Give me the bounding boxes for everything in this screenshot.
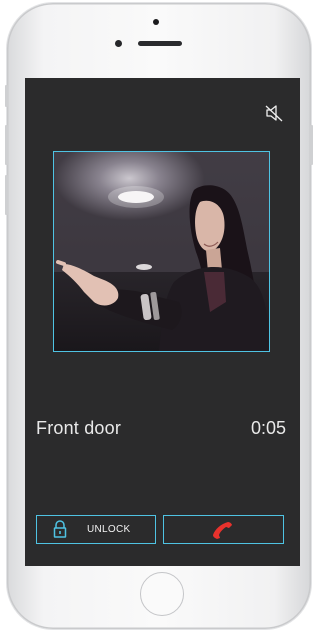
camera-video-feed [53,151,270,352]
call-timer: 0:05 [250,418,286,438]
volume-up-button [5,125,8,165]
hangup-button[interactable] [163,515,284,544]
phone-hangup-icon [213,522,232,539]
caller-name: Front door [36,418,122,438]
home-button[interactable] [140,572,184,616]
volume-down-button [5,175,8,215]
speaker-muted-icon [265,105,283,122]
power-button [310,125,313,165]
unlock-button[interactable]: UNLOCK [36,515,156,544]
video-frame-image [54,152,269,351]
unlock-label: UNLOCK [87,524,131,535]
front-camera [115,40,122,47]
mute-button[interactable] [263,102,285,124]
earpiece-speaker [138,41,182,46]
ringer-switch [5,85,8,107]
rear-camera-dot [153,19,159,25]
padlock-icon [53,520,67,538]
